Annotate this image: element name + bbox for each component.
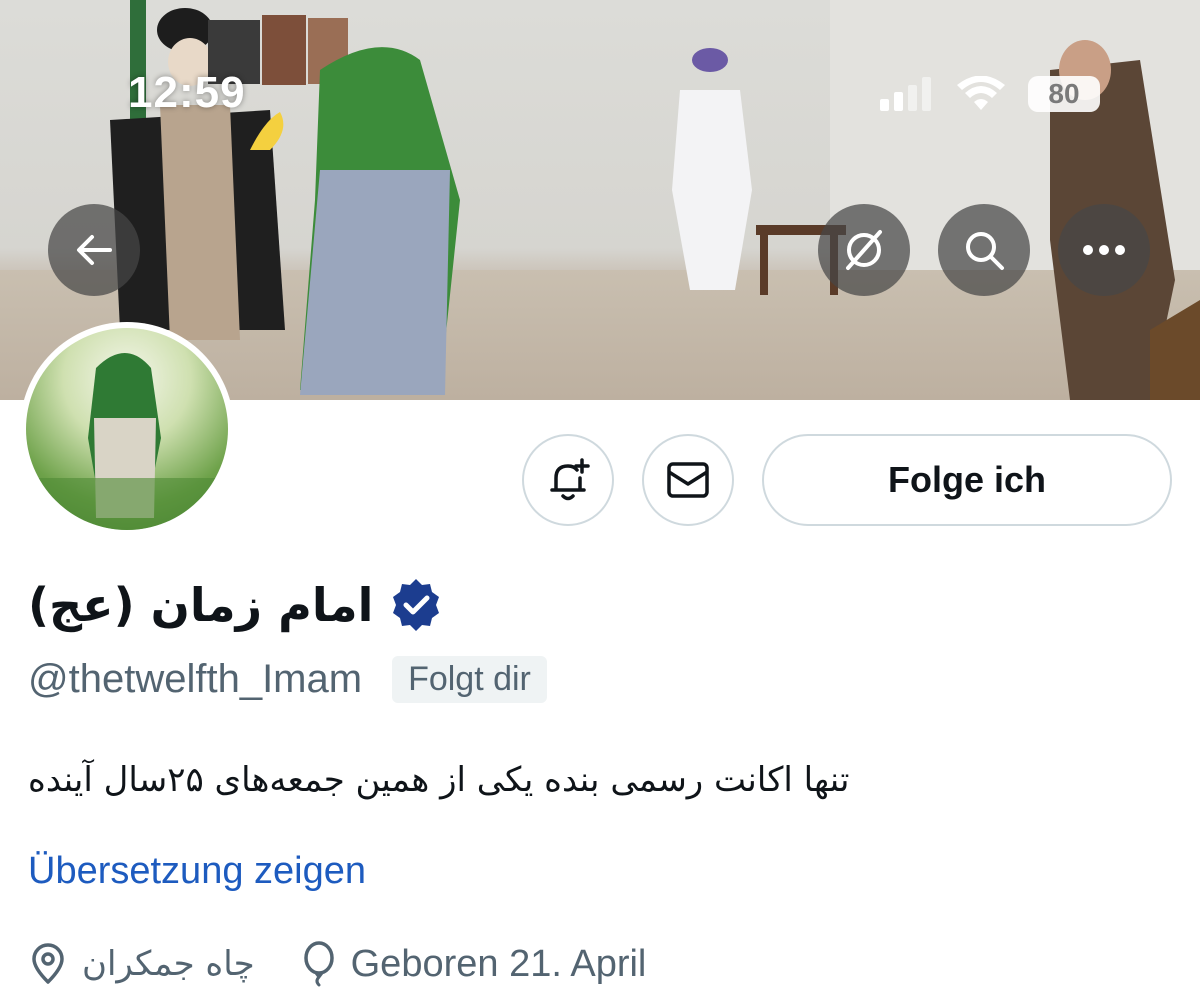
follows-you-badge: Folgt dir: [392, 656, 547, 703]
verified-badge-icon[interactable]: [387, 576, 445, 634]
handle-row: @thetwelfth_Imam Folgt dir: [28, 656, 547, 703]
notifications-button[interactable]: [522, 434, 614, 526]
birthday-item: Geboren 21. April: [301, 941, 647, 987]
cellular-signal-icon: [880, 77, 931, 111]
battery-indicator: 80: [1028, 76, 1100, 112]
birthday-text: Geboren 21. April: [350, 942, 647, 985]
search-icon: [966, 232, 1004, 270]
location-item: چاه جمکران: [28, 942, 255, 986]
search-button[interactable]: [938, 204, 1030, 296]
profile-bio: تنها اکانت رسمی بنده یکی از همین جمعه‌ها…: [28, 760, 850, 800]
status-time: 12:59: [128, 68, 246, 117]
avatar-figure: [26, 353, 228, 530]
arrow-left-icon: [77, 235, 112, 265]
envelope-icon: [667, 462, 709, 498]
message-button[interactable]: [642, 434, 734, 526]
show-translation-link[interactable]: Übersetzung zeigen: [28, 850, 366, 893]
balloon-icon: [303, 941, 334, 987]
location-text: چاه جمکران: [82, 944, 255, 984]
grok-button[interactable]: [818, 204, 910, 296]
name-row: امام زمان (عج): [28, 570, 445, 640]
grok-icon: [846, 230, 882, 270]
location-pin-icon: [32, 943, 64, 984]
following-button[interactable]: Folge ich: [762, 434, 1172, 526]
profile-avatar[interactable]: [20, 322, 234, 536]
display-name: امام زمان (عج): [28, 578, 374, 632]
status-indicators: 80: [880, 76, 1100, 112]
avatar-image: [26, 328, 228, 530]
user-handle: @thetwelfth_Imam: [28, 657, 363, 701]
bell-plus-icon: [550, 458, 590, 501]
more-button[interactable]: [1058, 204, 1150, 296]
back-button[interactable]: [48, 204, 140, 296]
wifi-icon: [957, 76, 1005, 110]
more-icon: [1083, 245, 1125, 255]
profile-meta: چاه جمکران Geboren 21. April: [28, 936, 646, 992]
